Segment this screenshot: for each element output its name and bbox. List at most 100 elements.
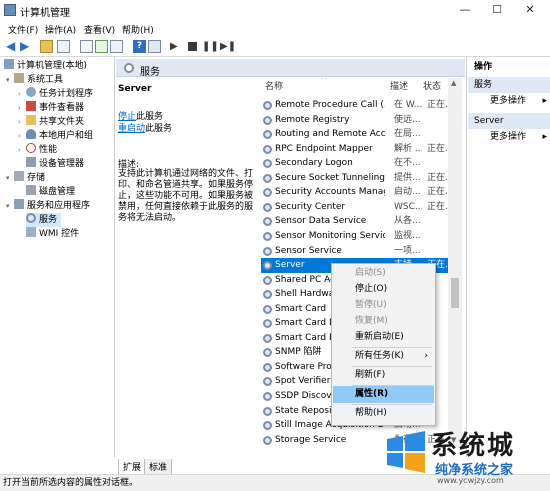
expand-icon[interactable]: ›: [18, 129, 26, 143]
service-name: RPC Endpoint Mapper: [275, 143, 373, 154]
service-row[interactable]: RPC Endpoint Mapper 解析 ... 正在...: [261, 142, 456, 157]
sort-ascending-icon: ^: [321, 78, 328, 84]
help-icon[interactable]: ?: [133, 40, 146, 53]
service-description: 从各...: [394, 216, 421, 227]
column-status[interactable]: 状态: [423, 78, 441, 96]
submenu-arrow-icon: ›: [424, 351, 428, 361]
expand-icon[interactable]: ›: [18, 143, 26, 157]
service-name: Secure Socket Tunneling ...: [275, 172, 385, 183]
scroll-up-icon[interactable]: ▲: [451, 79, 456, 87]
gear-icon: [263, 144, 272, 154]
service-description: 在 W...: [394, 100, 422, 110]
tree-disk-management[interactable]: 磁盘管理: [26, 185, 75, 199]
actions-section-server[interactable]: Server: [468, 113, 550, 129]
collapse-icon[interactable]: ▾: [6, 199, 14, 213]
service-row[interactable]: Security Center WSC... 正在...: [261, 200, 456, 215]
menu-resume[interactable]: 恢复(M): [333, 313, 434, 330]
tree-storage[interactable]: ▾ 存储: [6, 171, 45, 185]
tree-services[interactable]: 服务: [26, 213, 62, 227]
menu-refresh[interactable]: 刷新(F): [333, 367, 434, 384]
service-row[interactable]: Secure Socket Tunneling ... 提供... 正在...: [261, 171, 456, 186]
gear-icon: [263, 188, 272, 198]
list-icon[interactable]: [110, 40, 123, 53]
column-description[interactable]: 描述: [390, 78, 408, 96]
collapse-icon[interactable]: ▾: [6, 73, 14, 87]
minimize-button[interactable]: —: [450, 0, 480, 20]
menu-bar: 文件(F) 操作(A) 查看(V) 帮助(H): [0, 21, 550, 37]
tree-event-viewer[interactable]: › 事件查看器: [18, 101, 84, 115]
expand-icon[interactable]: ›: [18, 87, 26, 101]
service-row[interactable]: Secondary Logon 在不...: [261, 156, 456, 171]
maximize-button[interactable]: ☐: [482, 0, 512, 20]
menu-properties[interactable]: 属性(R): [333, 386, 434, 403]
service-row[interactable]: Remote Registry 使远...: [261, 113, 456, 128]
tree-device-manager[interactable]: 设备管理器: [26, 157, 84, 171]
description-text: 支持此计算机通过网络的文件、打印、和命名管道共享。如果服务停止，这些功能不可用。…: [118, 169, 254, 223]
actions-section-services[interactable]: 服务: [468, 77, 550, 93]
tab-extended[interactable]: 扩展: [118, 459, 147, 475]
device-icon: [26, 157, 36, 167]
collapse-icon[interactable]: ▾: [6, 171, 14, 185]
scroll-thumb[interactable]: [451, 278, 459, 308]
menu-action[interactable]: 操作(A): [45, 23, 76, 36]
service-name: Remote Registry: [275, 114, 350, 125]
export-icon[interactable]: [80, 40, 93, 53]
gear-icon: [263, 261, 272, 271]
more-actions-services[interactable]: 更多操作 ▸: [468, 93, 550, 109]
console-tree-icon[interactable]: [57, 40, 70, 53]
tree-performance[interactable]: › 性能: [18, 143, 57, 157]
vertical-scrollbar[interactable]: ▲ ▼: [448, 78, 462, 448]
tree-local-users[interactable]: › 本地用户和组: [18, 129, 93, 143]
windows-logo-icon: [387, 431, 425, 473]
service-description: 解析 ...: [394, 143, 422, 154]
pause-icon[interactable]: ❚❚: [202, 40, 219, 53]
tree-task-scheduler[interactable]: › 任务计划程序: [18, 87, 93, 101]
close-button[interactable]: ✕: [515, 0, 545, 20]
expand-icon[interactable]: ›: [18, 101, 26, 115]
watermark: 系统城 纯净系统之家 www.ycwjzy.com: [375, 421, 550, 491]
stop-icon[interactable]: [186, 40, 199, 53]
play-icon[interactable]: ▶: [170, 40, 183, 53]
tree-wmi[interactable]: WMI 控件: [26, 227, 79, 241]
service-row[interactable]: Security Accounts Manag...启动...正在...: [261, 185, 456, 200]
service-row[interactable]: Remote Procedure Call (... 在 W... 正在...: [261, 98, 456, 113]
restart-service-link[interactable]: 重启动: [118, 124, 145, 134]
menu-help[interactable]: 帮助(H): [333, 405, 434, 422]
menu-all-tasks[interactable]: 所有任务(K) ›: [333, 348, 434, 365]
gear-icon: [263, 217, 272, 227]
tree-root[interactable]: 计算机管理(本地): [4, 59, 87, 73]
more-actions-server[interactable]: 更多操作 ▸: [468, 129, 550, 145]
menu-help[interactable]: 帮助(H): [122, 23, 154, 36]
menu-stop[interactable]: 停止(O): [333, 281, 434, 298]
gear-icon: [263, 101, 272, 110]
service-row[interactable]: Sensor Data Service 从各...: [261, 214, 456, 229]
service-name: Routing and Remote Acc...: [275, 129, 385, 140]
service-row[interactable]: Sensor Service 一项...: [261, 244, 456, 259]
back-icon[interactable]: ◀: [6, 40, 19, 53]
service-description: 使远...: [394, 114, 421, 125]
service-row[interactable]: Routing and Remote Acc... 在局...: [261, 127, 456, 142]
refresh-icon[interactable]: [95, 40, 108, 53]
restart-icon[interactable]: ▶❚: [220, 40, 236, 53]
menu-view[interactable]: 查看(V): [84, 23, 115, 36]
tree-services-apps[interactable]: ▾ 服务和应用程序: [6, 199, 90, 213]
tab-standard[interactable]: 标准: [144, 459, 173, 475]
clock-icon: [26, 87, 36, 97]
wmi-icon: [26, 227, 36, 237]
service-row[interactable]: Sensor Monitoring Service 监视...: [261, 229, 456, 244]
menu-start[interactable]: 启动(S): [333, 265, 434, 282]
menu-file[interactable]: 文件(F): [8, 23, 38, 36]
forward-icon[interactable]: ▶: [20, 40, 33, 53]
submenu-arrow-icon: ▸: [542, 96, 547, 106]
expand-icon[interactable]: ›: [18, 115, 26, 129]
up-folder-icon[interactable]: [40, 40, 53, 53]
event-icon: [26, 101, 36, 111]
column-name[interactable]: 名称: [265, 78, 283, 96]
tree-system-tools[interactable]: ▾ 系统工具: [6, 73, 63, 87]
storage-icon: [14, 171, 24, 181]
menu-restart[interactable]: 重新启动(E): [333, 329, 434, 346]
view-icon[interactable]: [148, 40, 161, 53]
gear-icon: [263, 362, 272, 372]
menu-pause[interactable]: 暂停(U): [333, 297, 434, 314]
tree-shared-folders[interactable]: › 共享文件夹: [18, 115, 84, 129]
